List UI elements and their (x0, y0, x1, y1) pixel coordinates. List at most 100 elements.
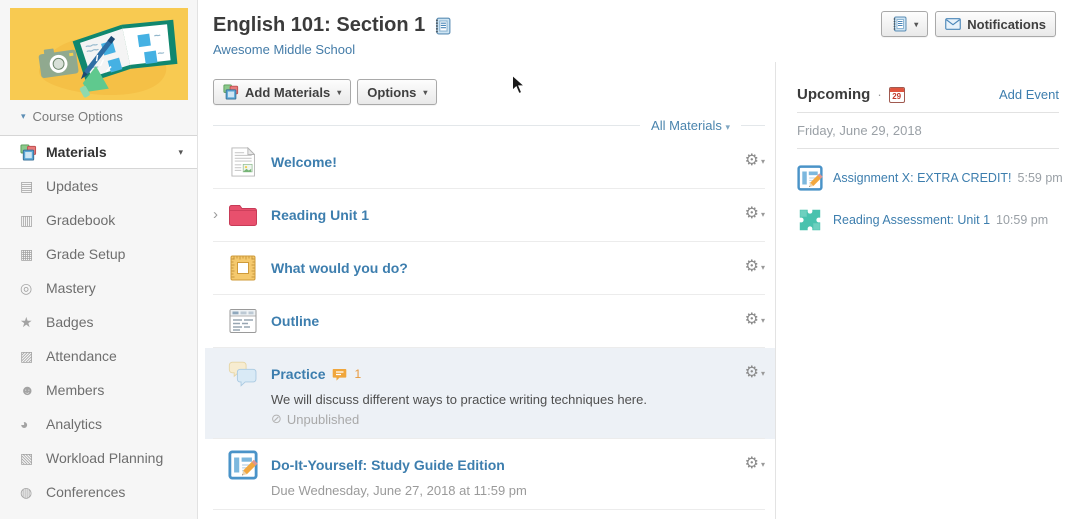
course-nav: Materials▾▤Updates▥Gradebook▦Grade Setup… (0, 135, 197, 509)
upcoming-title: Upcoming (797, 86, 870, 103)
materials-icon (223, 84, 239, 100)
course-options-toggle[interactable]: ▾ Course Options (0, 100, 197, 133)
gear-icon: ⚙ (745, 153, 759, 169)
course-page: ▾ Course Options Materials▾▤Updates▥Grad… (0, 0, 1074, 519)
caret-down-icon: ▾ (761, 210, 765, 219)
gear-menu-button[interactable]: ⚙▾ (745, 365, 765, 381)
assessment-puzzle-icon (797, 207, 823, 233)
caret-down-icon: ▾ (761, 263, 765, 272)
calendar-icon[interactable]: 29 (889, 87, 905, 103)
material-row: ›Welcome!⚙▾ (213, 136, 765, 189)
caret-down-icon: ▾ (337, 88, 341, 97)
options-label: Options (367, 85, 416, 100)
materials-filter-dropdown[interactable]: All Materials ▾ (651, 118, 730, 133)
sidebar-item-grade-setup[interactable]: ▦Grade Setup (0, 237, 197, 271)
top-right-buttons: ▾ Notifications (881, 11, 1056, 37)
material-link[interactable]: Reading Unit 1 (271, 207, 369, 223)
gear-icon: ⚙ (745, 259, 759, 275)
gear-menu-button[interactable]: ⚙▾ (745, 312, 765, 328)
folder-icon (228, 200, 258, 230)
divider (741, 125, 765, 126)
gradebook-icon: ▥ (20, 212, 46, 229)
grade-setup-icon: ▦ (20, 246, 46, 263)
material-link[interactable]: Do-It-Yourself: Study Guide Edition (271, 457, 505, 473)
caret-down-icon: ▾ (21, 111, 26, 122)
material-link[interactable]: Outline (271, 313, 319, 329)
add-materials-label: Add Materials (245, 85, 330, 100)
materials-icon (20, 144, 46, 161)
media-album-icon (228, 253, 258, 283)
notifications-label: Notifications (967, 17, 1046, 32)
upcoming-date-header: Friday, June 29, 2018 (797, 123, 1059, 138)
notebook-icon (433, 17, 451, 35)
sidebar-item-members[interactable]: ☻Members (0, 373, 197, 407)
badges-icon: ★ (20, 314, 46, 331)
sidebar-item-label: Mastery (46, 280, 96, 296)
event-time: 10:59 pm (996, 213, 1048, 227)
sidebar-item-label: Workload Planning (46, 450, 163, 466)
material-row: ›Assignment X: EXTRA CREDIT!⚙▾ (213, 510, 765, 519)
material-link[interactable]: Practice (271, 366, 325, 382)
envelope-icon (945, 16, 961, 32)
gear-icon: ⚙ (745, 456, 759, 472)
course-quickview-button[interactable]: ▾ (881, 11, 928, 37)
sidebar-item-label: Conferences (46, 484, 125, 500)
gear-menu-button[interactable]: ⚙▾ (745, 259, 765, 275)
comment-count[interactable]: 1 (354, 367, 361, 381)
upcoming-events: Assignment X: EXTRA CREDIT!5:59 pmReadin… (797, 165, 1059, 233)
add-event-link[interactable]: Add Event (999, 87, 1059, 102)
attendance-icon: ▨ (20, 348, 46, 365)
add-materials-button[interactable]: Add Materials ▾ (213, 79, 351, 105)
caret-down-icon: ▾ (178, 147, 183, 158)
event-link[interactable]: Reading Assessment: Unit 1 (833, 213, 990, 227)
sidebar-item-analytics[interactable]: ◕Analytics (0, 407, 197, 441)
page-outline-icon (228, 306, 258, 336)
divider (797, 112, 1059, 113)
page-title: English 101: Section 1 (213, 14, 425, 37)
caret-down-icon: ▾ (761, 316, 765, 325)
options-button[interactable]: Options ▾ (357, 79, 437, 105)
mastery-icon: ◎ (20, 280, 46, 297)
sidebar-item-workload-planning[interactable]: ▧Workload Planning (0, 441, 197, 475)
updates-icon: ▤ (20, 178, 46, 195)
caret-down-icon: ▾ (914, 20, 918, 29)
filter-label: All Materials (651, 118, 722, 133)
upcoming-panel: Upcoming · 29 Add Event Friday, June 29,… (797, 86, 1059, 249)
gear-menu-button[interactable]: ⚙▾ (745, 206, 765, 222)
members-icon: ☻ (20, 382, 46, 398)
gear-menu-button[interactable]: ⚙▾ (745, 153, 765, 169)
sidebar-item-gradebook[interactable]: ▥Gradebook (0, 203, 197, 237)
discussion-icon (228, 359, 258, 389)
sidebar-item-label: Materials (46, 144, 107, 160)
comment-icon (332, 368, 347, 381)
sidebar-item-label: Gradebook (46, 212, 115, 228)
caret-down-icon: ▾ (761, 369, 765, 378)
course-profile-image[interactable] (10, 8, 188, 100)
sidebar-item-label: Members (46, 382, 104, 398)
dot-separator: · (877, 87, 881, 102)
sidebar-item-badges[interactable]: ★Badges (0, 305, 197, 339)
course-options-label: Course Options (33, 109, 123, 124)
event-link[interactable]: Assignment X: EXTRA CREDIT! (833, 171, 1012, 185)
gear-icon: ⚙ (745, 365, 759, 381)
caret-down-icon: ▾ (761, 157, 765, 166)
gear-menu-button[interactable]: ⚙▾ (745, 456, 765, 472)
sidebar-item-materials[interactable]: Materials ▾ (0, 135, 197, 169)
expand-chevron-icon[interactable]: › (213, 200, 228, 230)
notifications-button[interactable]: Notifications (935, 11, 1056, 37)
sidebar-item-conferences[interactable]: ◍Conferences (0, 475, 197, 509)
material-link[interactable]: Welcome! (271, 154, 337, 170)
sidebar-item-mastery[interactable]: ◎Mastery (0, 271, 197, 305)
sidebar-item-attendance[interactable]: ▨Attendance (0, 339, 197, 373)
material-due-date: Due Wednesday, June 27, 2018 at 11:59 pm (271, 483, 745, 498)
upcoming-event-row: Reading Assessment: Unit 1 10:59 pm (797, 207, 1059, 233)
divider (797, 148, 1059, 149)
school-link[interactable]: Awesome Middle School (213, 42, 765, 57)
material-description: We will discuss different ways to practi… (271, 392, 745, 407)
analytics-icon: ◕ (20, 416, 46, 432)
material-status: ⊘Unpublished (271, 411, 745, 427)
page-media-icon (228, 147, 258, 177)
sidebar-item-updates[interactable]: ▤Updates (0, 169, 197, 203)
conferences-icon: ◍ (20, 484, 46, 501)
material-link[interactable]: What would you do? (271, 260, 408, 276)
